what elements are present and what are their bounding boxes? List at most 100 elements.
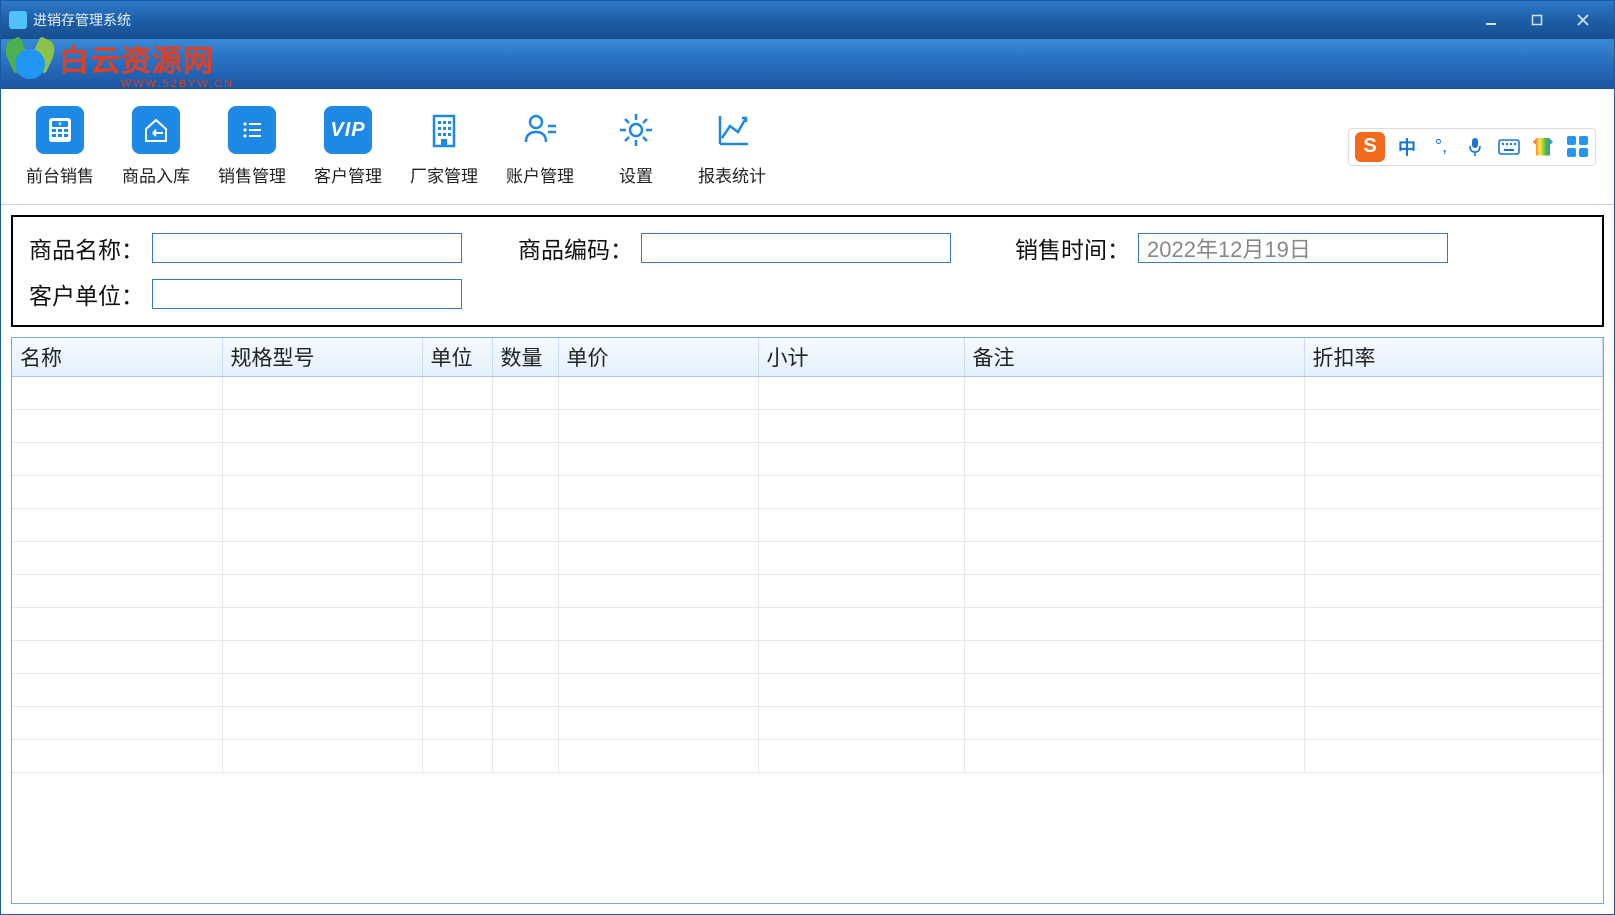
table-cell[interactable] (12, 542, 222, 575)
ime-mic-icon[interactable] (1463, 137, 1487, 157)
table-cell[interactable] (222, 707, 422, 740)
table-cell[interactable] (422, 476, 492, 509)
table-cell[interactable] (558, 641, 758, 674)
table-cell[interactable] (492, 542, 558, 575)
table-cell[interactable] (422, 377, 492, 410)
maximize-button[interactable] (1514, 6, 1560, 34)
table-row[interactable] (12, 410, 1603, 443)
table-cell[interactable] (422, 410, 492, 443)
table-cell[interactable] (558, 443, 758, 476)
table-cell[interactable] (964, 476, 1304, 509)
table-row[interactable] (12, 476, 1603, 509)
table-cell[interactable] (964, 377, 1304, 410)
table-cell[interactable] (964, 542, 1304, 575)
customer-unit-input[interactable] (152, 279, 462, 309)
table-cell[interactable] (492, 476, 558, 509)
table-cell[interactable] (12, 707, 222, 740)
table-cell[interactable] (558, 740, 758, 773)
table-cell[interactable] (422, 740, 492, 773)
table-cell[interactable] (964, 707, 1304, 740)
table-cell[interactable] (758, 509, 964, 542)
table-cell[interactable] (758, 674, 964, 707)
ime-toolbar[interactable]: S 中 °, (1348, 128, 1596, 166)
table-cell[interactable] (222, 476, 422, 509)
ime-skin-icon[interactable] (1531, 138, 1555, 156)
table-row[interactable] (12, 542, 1603, 575)
sales-time-picker[interactable]: 2022年12月19日 (1138, 233, 1448, 263)
table-cell[interactable] (12, 410, 222, 443)
table-cell[interactable] (492, 674, 558, 707)
table-cell[interactable] (758, 377, 964, 410)
table-row[interactable] (12, 509, 1603, 542)
table-cell[interactable] (964, 740, 1304, 773)
data-grid[interactable]: 名称 规格型号 单位 数量 单价 小计 备注 折扣率 (11, 337, 1604, 904)
table-cell[interactable] (12, 509, 222, 542)
table-cell[interactable] (492, 443, 558, 476)
ime-menu-icon[interactable] (1565, 136, 1589, 157)
table-cell[interactable] (222, 674, 422, 707)
table-cell[interactable] (758, 542, 964, 575)
table-cell[interactable] (222, 377, 422, 410)
product-code-input[interactable] (641, 233, 951, 263)
table-cell[interactable] (558, 542, 758, 575)
col-header-discount[interactable]: 折扣率 (1304, 338, 1603, 377)
table-row[interactable] (12, 377, 1603, 410)
table-cell[interactable] (558, 707, 758, 740)
report-stats-button[interactable]: 报表统计 (691, 106, 773, 187)
table-cell[interactable] (12, 674, 222, 707)
table-cell[interactable] (758, 707, 964, 740)
table-cell[interactable] (558, 476, 758, 509)
table-row[interactable] (12, 443, 1603, 476)
table-cell[interactable] (422, 608, 492, 641)
table-row[interactable] (12, 740, 1603, 773)
table-cell[interactable] (422, 707, 492, 740)
col-header-qty[interactable]: 数量 (492, 338, 558, 377)
table-cell[interactable] (1304, 542, 1603, 575)
table-cell[interactable] (12, 476, 222, 509)
table-cell[interactable] (222, 575, 422, 608)
col-header-spec[interactable]: 规格型号 (222, 338, 422, 377)
col-header-name[interactable]: 名称 (12, 338, 222, 377)
ime-lang-button[interactable]: 中 (1395, 134, 1419, 160)
table-row[interactable] (12, 707, 1603, 740)
table-cell[interactable] (12, 641, 222, 674)
table-cell[interactable] (758, 410, 964, 443)
table-cell[interactable] (964, 674, 1304, 707)
table-cell[interactable] (1304, 509, 1603, 542)
table-cell[interactable] (1304, 608, 1603, 641)
table-cell[interactable] (12, 377, 222, 410)
table-cell[interactable] (12, 608, 222, 641)
table-cell[interactable] (758, 443, 964, 476)
table-cell[interactable] (492, 707, 558, 740)
settings-button[interactable]: 设置 (595, 106, 677, 187)
table-cell[interactable] (422, 542, 492, 575)
close-button[interactable] (1560, 6, 1606, 34)
table-cell[interactable] (1304, 377, 1603, 410)
table-cell[interactable] (758, 641, 964, 674)
table-cell[interactable] (12, 575, 222, 608)
table-row[interactable] (12, 674, 1603, 707)
col-header-unit[interactable]: 单位 (422, 338, 492, 377)
table-cell[interactable] (758, 740, 964, 773)
front-sales-button[interactable]: ¥ 前台销售 (19, 106, 101, 187)
table-cell[interactable] (558, 410, 758, 443)
table-cell[interactable] (492, 740, 558, 773)
table-cell[interactable] (964, 608, 1304, 641)
table-row[interactable] (12, 608, 1603, 641)
factory-mgmt-button[interactable]: 厂家管理 (403, 106, 485, 187)
table-cell[interactable] (492, 377, 558, 410)
table-cell[interactable] (558, 575, 758, 608)
table-cell[interactable] (1304, 740, 1603, 773)
table-cell[interactable] (222, 740, 422, 773)
col-header-remark[interactable]: 备注 (964, 338, 1304, 377)
table-cell[interactable] (1304, 410, 1603, 443)
table-cell[interactable] (758, 608, 964, 641)
product-name-input[interactable] (152, 233, 462, 263)
ime-keyboard-icon[interactable] (1497, 139, 1521, 155)
account-mgmt-button[interactable]: 账户管理 (499, 106, 581, 187)
table-cell[interactable] (422, 641, 492, 674)
table-cell[interactable] (1304, 575, 1603, 608)
table-cell[interactable] (222, 542, 422, 575)
table-cell[interactable] (422, 509, 492, 542)
table-cell[interactable] (558, 509, 758, 542)
